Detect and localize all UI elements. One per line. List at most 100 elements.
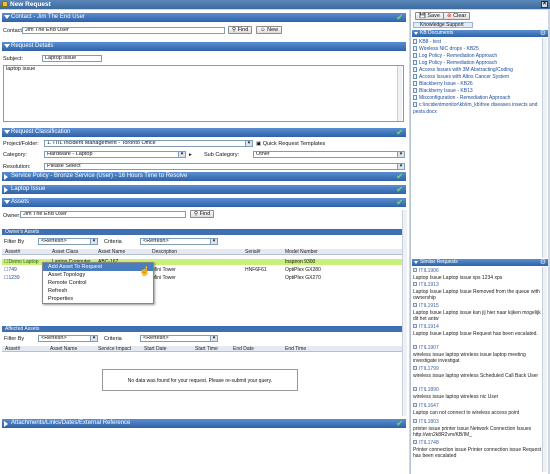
cell-model: OptiPlex GX280: [285, 267, 321, 273]
similar-request-item[interactable]: ITIL1803 printer issue printer issue Netw…: [413, 419, 547, 439]
similar-request-item[interactable]: ITIL1915 Laptop Issue Laptop issue kan ji…: [413, 303, 547, 323]
col-description[interactable]: Description: [152, 249, 177, 255]
affected-filter-select[interactable]: <Refresh>: [38, 335, 98, 342]
owners-assets-grid-header: Asset# Asset Class Asset Name Descriptio…: [2, 249, 406, 255]
filter-by-select[interactable]: <Refresh>: [38, 238, 98, 245]
description-textarea[interactable]: laptop issue: [3, 65, 404, 122]
similar-request-item[interactable]: ITIL1799 wireless issue laptop wireless S…: [413, 366, 547, 379]
similar-request-item[interactable]: ITIL1913 Laptop Issue Laptop Issue Remove…: [413, 282, 547, 302]
quick-templates-link[interactable]: ▣ Quick Request Templates: [256, 141, 325, 147]
subject-field[interactable]: Laptop issue: [42, 55, 102, 62]
subcategory-select[interactable]: Other: [253, 151, 405, 158]
filter-by-label: Filter By: [4, 336, 25, 342]
request-icon: [413, 282, 417, 286]
document-icon: [413, 53, 417, 58]
resolution-select[interactable]: Please Select: [44, 163, 405, 170]
category-select[interactable]: Hardware - Laptop: [44, 151, 186, 158]
col-service-impact[interactable]: Service Impact: [98, 346, 131, 352]
owners-assets-header: Owner's Assets: [2, 229, 406, 235]
menu-properties[interactable]: Properties: [43, 295, 153, 303]
request-icon: [413, 419, 417, 423]
knowledge-support-tab[interactable]: Knowledge Support: [413, 22, 473, 28]
gear-icon[interactable]: ⚙: [540, 259, 546, 266]
contact-find-button[interactable]: ⚲ Find: [228, 26, 253, 34]
filter-by-label: Filter By: [4, 239, 25, 245]
similar-request-item[interactable]: ITIL1748 Printer connection issue Printer…: [413, 440, 547, 460]
owner-field[interactable]: Jim The End User: [20, 211, 186, 218]
contact-section-header[interactable]: Contact - Jim The End User ✔: [2, 13, 406, 22]
collapse-icon: [4, 130, 10, 134]
window-title: New Request: [10, 1, 51, 8]
app-icon: [2, 1, 8, 7]
menu-refresh[interactable]: Refresh: [43, 287, 153, 295]
description-scrollbar[interactable]: [397, 66, 402, 121]
similar-request-item[interactable]: ITIL1647 Laptop can not connect to wirele…: [413, 403, 547, 416]
subject-label: Subject:: [3, 56, 23, 62]
classification-section-header[interactable]: Request Classification ✔: [2, 128, 406, 137]
col-start-date[interactable]: Start Date: [144, 346, 167, 352]
col-end-date[interactable]: End Date: [233, 346, 254, 352]
col-asset[interactable]: Asset#: [5, 346, 20, 352]
col-model[interactable]: Model Number: [285, 249, 318, 255]
side-panel: 💾 Save ⊗ Clear Knowledge Support KB Docu…: [410, 10, 548, 474]
kb-item[interactable]: Access Issues with Altos Cancer System: [413, 74, 547, 81]
gear-icon[interactable]: ⚙: [540, 30, 546, 37]
kb-documents-header[interactable]: KB Documents ⚙: [412, 30, 548, 37]
kb-item[interactable]: Blackberry Issue - KB26: [413, 81, 547, 88]
criteria-label: Criteria: [104, 239, 122, 245]
kb-item[interactable]: KB8 - test: [413, 39, 547, 46]
menu-remote-control[interactable]: Remote Control: [43, 279, 153, 287]
service-policy-header[interactable]: Service Policy - Bronze Service (User) -…: [2, 172, 406, 181]
col-asset-class[interactable]: Asset Class: [52, 249, 78, 255]
kb-scrollbar[interactable]: [542, 38, 547, 258]
contact-field[interactable]: Jim The End User: [22, 27, 225, 34]
similar-request-item[interactable]: ITIL1914 Laptop Issue Laptop Issue Reques…: [413, 324, 547, 337]
col-start-time[interactable]: Start Time: [195, 346, 218, 352]
criteria-select[interactable]: <Refresh>: [140, 238, 218, 245]
details-section-header[interactable]: Request Details: [2, 42, 406, 51]
affected-assets-header: Affected Assets: [2, 326, 406, 332]
document-icon: [413, 88, 417, 93]
clear-button[interactable]: ⊗ Clear: [443, 12, 471, 20]
save-button[interactable]: 💾 Save: [415, 12, 444, 20]
owner-label: Owner:: [3, 213, 21, 219]
col-asset[interactable]: Asset#: [5, 249, 20, 255]
expand-icon[interactable]: ▸: [189, 152, 192, 158]
document-icon: [413, 60, 417, 65]
assets-scrollbar[interactable]: [402, 210, 407, 416]
kb-item[interactable]: Log Policy - Remediation Approach: [413, 53, 547, 60]
request-icon: [413, 440, 417, 444]
kb-item[interactable]: Wireless NIC drops - KB25: [413, 46, 547, 53]
laptop-issue-header[interactable]: Laptop Issue ✔: [2, 185, 406, 194]
request-icon: [413, 268, 417, 272]
owner-find-button[interactable]: ⚲ Find: [190, 210, 215, 218]
project-select[interactable]: 1. ITIL Incident Management - Toronto Of…: [44, 140, 253, 147]
similar-requests-header[interactable]: Similar Requests ⚙: [412, 259, 548, 266]
col-end-time[interactable]: End Time: [285, 346, 306, 352]
similar-request-item[interactable]: ITIL1906 Laptop Issue Laptop issue xps 12…: [413, 268, 547, 281]
kb-item[interactable]: Blackberry Issue - KB13: [413, 88, 547, 95]
similar-request-item[interactable]: ITIL1907 wireless issue laptop wireless i…: [413, 345, 547, 365]
kb-item[interactable]: c:\incidentmonitor\kb\im_kb\free disease…: [413, 102, 539, 116]
col-asset-name[interactable]: Asset Name: [50, 346, 77, 352]
checkmark-icon: ✔: [396, 198, 403, 207]
contact-new-button[interactable]: ☺ New: [256, 26, 283, 34]
cell-description: Mini Tower: [152, 267, 176, 273]
col-asset-name[interactable]: Asset Name: [98, 249, 125, 255]
similar-request-item[interactable]: ITIL1890 wireless issue laptop wireless n…: [413, 387, 547, 400]
collapse-icon: [4, 44, 10, 48]
menu-add-asset[interactable]: Add Asset To Request: [43, 263, 153, 271]
menu-asset-topology[interactable]: Asset Topology: [43, 271, 153, 279]
assets-section-header[interactable]: Assets ✔: [2, 198, 406, 207]
kb-item[interactable]: Log Policy - Remediation Approach: [413, 60, 547, 67]
kb-item[interactable]: Misconfiguration - Remediation Approach: [413, 95, 547, 102]
close-icon[interactable]: ×: [541, 1, 548, 8]
attachments-header[interactable]: Attachments/Links/Dates/External Referen…: [2, 419, 406, 428]
collapse-icon: [414, 32, 418, 35]
affected-criteria-select[interactable]: <Refresh>: [140, 335, 218, 342]
similar-scrollbar[interactable]: [542, 267, 547, 472]
category-label: Category:: [3, 152, 27, 158]
kb-item[interactable]: Access Issues with 3M Abstracting/Coding: [413, 67, 547, 74]
criteria-label: Criteria: [104, 336, 122, 342]
col-serial[interactable]: Serial#: [245, 249, 261, 255]
